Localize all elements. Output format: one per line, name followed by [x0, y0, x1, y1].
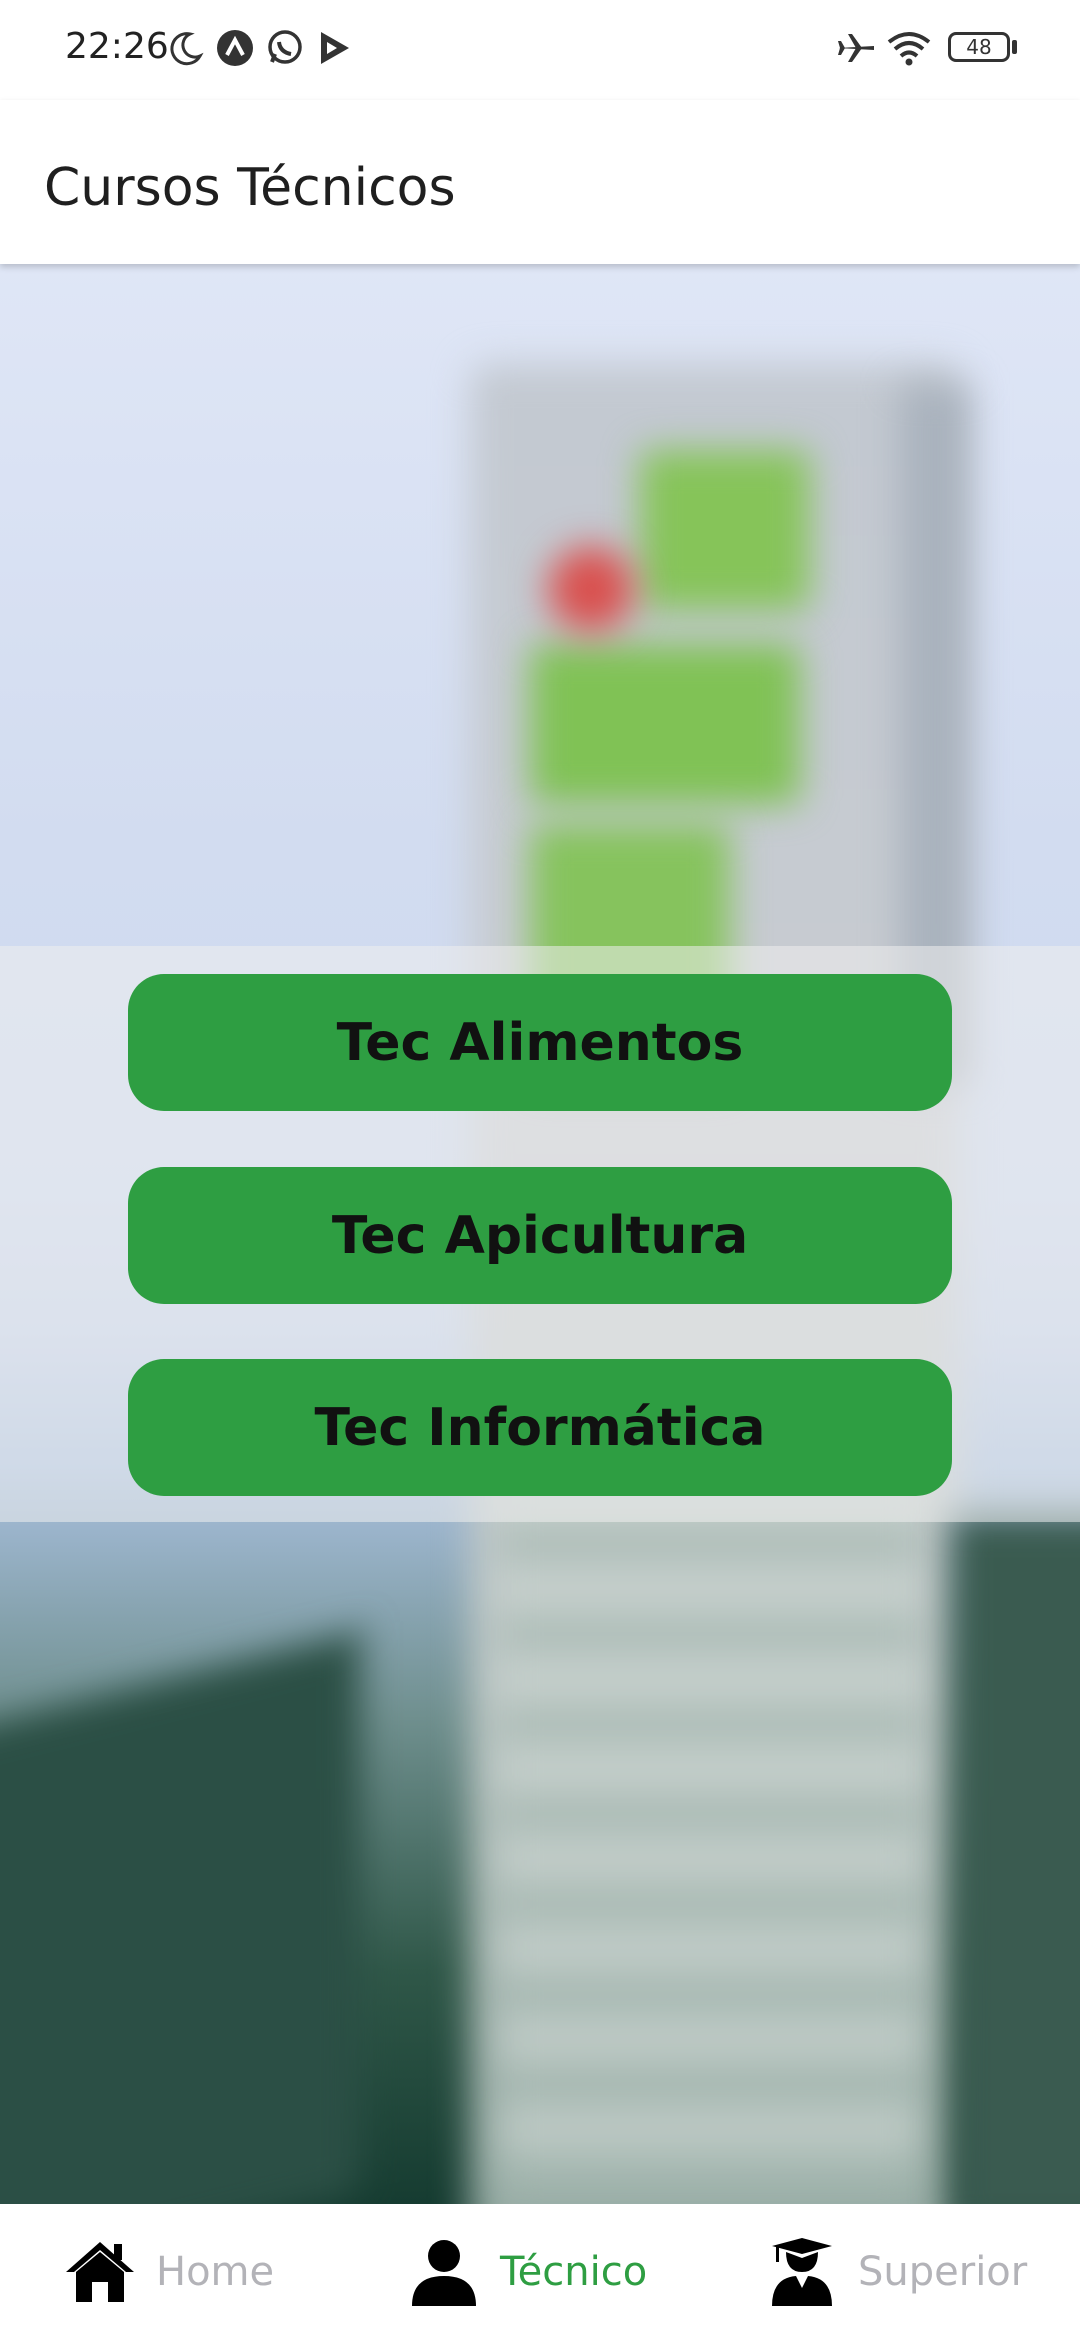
battery-tip: [1012, 40, 1017, 54]
nav-label-superior: Superior: [858, 2249, 1028, 2295]
nav-label-home: Home: [156, 2249, 275, 2295]
nav-item-tecnico[interactable]: Técnico: [408, 2204, 647, 2340]
play-icon: [321, 32, 349, 64]
courses-panel: Tec Alimentos Tec Apicultura Tec Informá…: [0, 946, 1080, 1522]
circle-a-icon: [217, 30, 253, 66]
user-icon: [412, 2240, 476, 2306]
building-left-shape: [0, 1631, 360, 2204]
course-button-alimentos[interactable]: Tec Alimentos: [128, 974, 952, 1111]
status-time: 22:26: [65, 26, 169, 67]
whatsapp-icon: [268, 30, 302, 64]
nav-label-tecnico: Técnico: [500, 2249, 648, 2295]
wifi-icon: [887, 32, 931, 66]
moon-icon: [170, 32, 204, 66]
battery-icon: 48: [948, 32, 1010, 62]
logo-green-block: [530, 644, 800, 804]
nav-item-home[interactable]: Home: [64, 2204, 274, 2340]
logo-green-block: [640, 450, 810, 610]
logo-red-dot: [548, 546, 634, 632]
status-bar: 22:26 48: [0, 0, 1080, 100]
course-button-apicultura[interactable]: Tec Apicultura: [128, 1167, 952, 1304]
nav-item-superior[interactable]: Superior: [766, 2204, 1027, 2340]
airplane-icon: [838, 34, 874, 62]
app-bar: Cursos Técnicos: [0, 100, 1080, 264]
home-icon: [66, 2242, 134, 2302]
graduate-icon: [772, 2238, 832, 2306]
course-button-informatica[interactable]: Tec Informática: [128, 1359, 952, 1496]
tower-windows-shape: [500, 1414, 920, 2194]
building-right-shape: [950, 1514, 1080, 2204]
page-title: Cursos Técnicos: [44, 158, 456, 218]
bottom-nav: Home Técnico Superior: [0, 2204, 1080, 2340]
battery-level: 48: [966, 35, 992, 59]
